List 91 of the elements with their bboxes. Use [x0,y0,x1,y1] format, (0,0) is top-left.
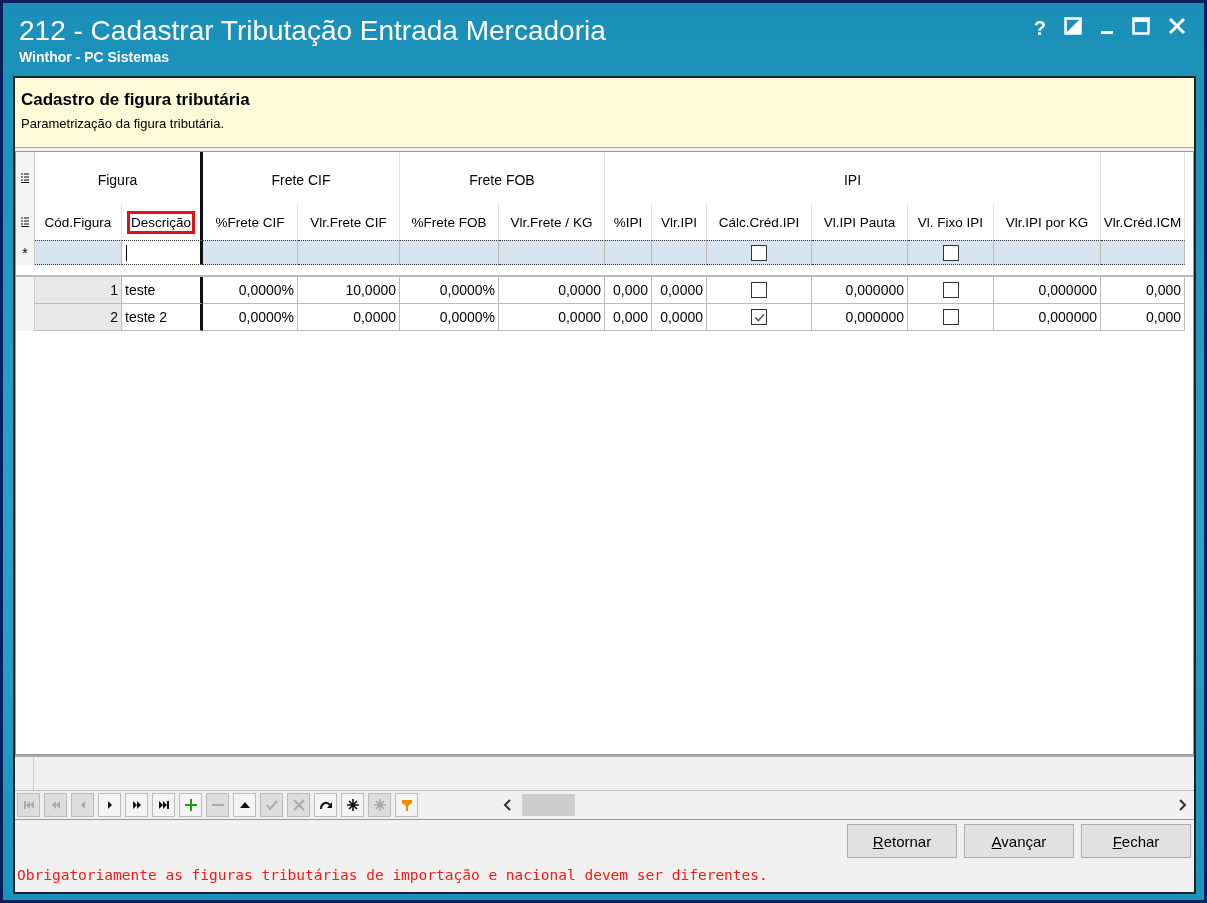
column-group-header: IPI [843,172,862,188]
scroll-right-icon[interactable] [1178,799,1188,811]
list-icon[interactable] [21,173,29,183]
contrast-icon[interactable] [1064,17,1082,35]
column-header[interactable]: Vlr.Créd.ICM [1101,212,1184,232]
column-header[interactable]: %Frete CIF [213,212,287,232]
checkbox[interactable] [942,244,959,261]
asterisk-icon [372,798,387,812]
table-cell: 0,0000% [400,277,499,304]
checkbox[interactable] [751,282,767,298]
status-message: Obrigatoriamente as figuras tributárias de importação e nacional devem ser diferentes. [16,866,769,885]
column-group-header: Frete CIF [271,172,331,188]
column-header[interactable]: %Frete FOB [409,212,489,232]
column-header[interactable]: Cálc.Créd.IPI [716,212,802,232]
column-header[interactable]: %IPI [611,212,645,232]
table-cell: 0,000 [605,277,652,304]
new-row-cell[interactable] [400,240,499,265]
table-cell: 0,000 [605,304,652,331]
column-header[interactable]: Vlr.IPI por KG [1003,212,1091,232]
new-row-cell[interactable] [1101,240,1185,265]
checkbox[interactable] [751,244,767,261]
scrollbar-thumb[interactable] [522,794,575,816]
column-header[interactable]: Vlr.Frete CIF [308,212,389,232]
table-cell: teste 2 [122,304,203,331]
column-header[interactable]: Descrição [129,212,193,232]
new-row-cell[interactable] [908,240,994,265]
window-subtitle: Winthor - PC Sistemas [19,49,170,65]
cross-icon [291,798,306,812]
table-cell: 0,0000 [652,304,707,331]
table-cell: 2 [35,304,122,331]
table-cell: 0,0000% [203,277,298,304]
table-cell: 0,0000 [652,277,707,304]
new-row-cell[interactable] [122,240,203,265]
plus-icon [183,798,198,812]
panel-title: Cadastro de figura tributária [21,90,251,110]
help-button[interactable]: ? [1033,17,1046,39]
check-icon [264,798,279,812]
column-header[interactable]: Vl.IPI Pauta [821,212,898,232]
column-group-header: Figura [97,172,138,188]
navigator-button[interactable] [98,793,121,817]
table-cell: 0,0000 [499,304,605,331]
scroll-left-icon[interactable] [502,799,512,811]
table-cell: 0,000000 [994,304,1101,331]
funnel-icon [399,798,414,812]
new-row-cell[interactable] [652,240,707,265]
new-row-cell[interactable] [707,240,812,265]
checkbox[interactable] [942,282,959,298]
table-cell: 0,000000 [812,277,908,304]
new-row-cell[interactable] [994,240,1101,265]
new-row-cell[interactable] [298,240,400,265]
table-cell: 0,000000 [994,277,1101,304]
navigator-button[interactable] [152,793,175,817]
new-row-cell[interactable] [812,240,908,265]
new-row-cell[interactable] [203,240,298,265]
window-title: 212 - Cadastrar Tributação Entrada Mercadoria [19,15,606,47]
table-cell: teste [122,277,203,304]
navigator-button[interactable] [314,793,337,817]
list-icon[interactable] [21,217,29,227]
navigator-button[interactable] [341,793,364,817]
panel-description: Parametrização da figura tributária. [21,116,226,131]
last-record-icon [156,798,171,812]
column-header[interactable]: Vl. Fixo IPI [915,212,986,232]
table-cell: 10,0000 [298,277,400,304]
maximize-icon[interactable] [1132,17,1150,35]
checkbox[interactable] [942,309,959,325]
column-header[interactable]: Vlr.Frete / KG [508,212,595,232]
column-header[interactable]: Cód.Figura [42,212,114,232]
navigator-button[interactable] [125,793,148,817]
column-group-header: Frete FOB [469,172,535,188]
new-row-cell[interactable] [35,240,122,265]
asterisk-icon [345,798,360,812]
close-icon[interactable] [1168,17,1186,35]
table-cell: 0,000000 [812,304,908,331]
text-cursor [126,244,127,261]
table-cell: 0,000 [1101,304,1185,331]
dialog-button[interactable]: Avançar [964,824,1074,858]
first-record-icon [21,798,36,812]
table-cell: 0,0000 [499,277,605,304]
navigator-button[interactable] [233,793,256,817]
table-cell: 0,0000 [298,304,400,331]
table-cell: 0,0000% [203,304,298,331]
checkbox[interactable] [751,309,767,325]
dialog-button[interactable]: Fechar [1081,824,1191,858]
new-row-cell[interactable] [499,240,605,265]
dialog-button[interactable]: Retornar [847,824,957,858]
table-cell: 0,0000% [400,304,499,331]
table-cell: 0,000 [1101,277,1185,304]
new-row-indicator: * [16,240,35,265]
column-header[interactable]: Vlr.IPI [659,212,699,232]
new-row-cell[interactable] [605,240,652,265]
table-cell: 1 [35,277,122,304]
